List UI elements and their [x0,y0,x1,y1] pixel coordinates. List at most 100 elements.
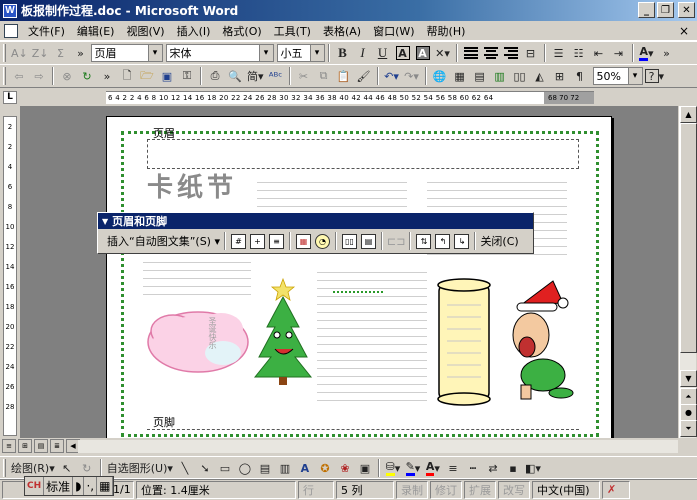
scroll-up-icon[interactable]: ▲ [680,106,697,123]
text-box-icon[interactable]: ▤ [255,458,275,478]
zoom-select[interactable]: 50% [592,67,643,85]
horizontal-scroll-track[interactable] [78,440,678,453]
print-preview-icon[interactable]: 🔍 [225,66,245,86]
insert-table-icon[interactable]: ▤ [470,66,490,86]
link-to-previous-button[interactable]: ⊏⊐ [387,232,405,250]
draw-menu-button[interactable]: 绘图(R) ▾ [9,458,57,478]
tab-selector[interactable]: L [3,91,17,104]
wordart-icon[interactable]: A [295,458,315,478]
diagram-icon[interactable]: ✪ [315,458,335,478]
status-record[interactable]: 录制 [396,480,428,499]
normal-view-icon[interactable]: ≡ [2,439,16,453]
help-button[interactable]: ? ▾ [643,66,667,86]
dash-style-icon[interactable]: ┅ [463,458,483,478]
oval-icon[interactable]: ◯ [235,458,255,478]
3d-style-icon[interactable]: ◧▾ [523,458,543,478]
print-icon[interactable]: ⎙ [205,66,225,86]
menu-edit[interactable]: 编辑(E) [71,23,121,39]
insert-page-count-button[interactable]: + [249,232,266,250]
switch-header-footer-button[interactable]: ⇅ [415,232,432,250]
arrow-icon[interactable]: ➘ [195,458,215,478]
char-shading-button[interactable]: A [413,43,433,63]
cut-icon[interactable]: ✂ [294,66,314,86]
toolbar-menu-icon[interactable]: ▼ [102,217,108,226]
forward-icon[interactable]: ⇨ [29,66,49,86]
font-color-draw-icon[interactable]: A ▾ [423,458,443,478]
minimize-button[interactable]: _ [638,2,655,18]
toolbar-options-chevron[interactable]: » [97,66,117,86]
previous-page-icon[interactable]: ⏶ [680,388,697,405]
menu-window[interactable]: 窗口(W) [367,23,420,39]
numbering-button[interactable]: ☰ [549,43,569,63]
refresh-icon[interactable]: ↻ [77,66,97,86]
page-setup-button[interactable]: ▯▯ [341,232,358,250]
format-painter-icon[interactable]: 🖌 [354,66,374,86]
ime-punctuation-icon[interactable]: ·, [84,477,98,495]
toolbar-grip[interactable] [3,44,6,62]
stop-icon[interactable]: ⊗ [57,66,77,86]
vertical-text-box-icon[interactable]: ▥ [275,458,295,478]
document-close-icon[interactable]: × [679,24,689,38]
web-layout-view-icon[interactable]: ⊞ [18,439,32,453]
hyperlink-icon[interactable]: 🌐 [430,66,450,86]
clipart-icon[interactable]: ❀ [335,458,355,478]
arrow-style-icon[interactable]: ⇄ [483,458,503,478]
copy-icon[interactable]: ⧉ [314,66,334,86]
char-border-button[interactable]: A [393,43,413,63]
document-page[interactable]: 页眉 卡纸节 圣诞快乐 页脚 [106,116,612,438]
open-folder-icon[interactable]: 🗁 [137,66,157,86]
style-select[interactable]: 页眉 [90,44,163,62]
simplified-traditional-button[interactable]: 简 ▾ [245,66,266,86]
font-size-select[interactable]: 小五 [276,44,325,62]
redo-icon[interactable]: ↷▾ [402,66,422,86]
spelling-icon[interactable]: ᴬᴮᶜ [266,66,286,86]
insert-time-button[interactable]: ◔ [314,232,331,250]
paste-icon[interactable]: 📋 [334,66,354,86]
rectangle-icon[interactable]: ▭ [215,458,235,478]
toolbar-grip[interactable] [3,459,6,477]
select-browse-object-icon[interactable]: ● [680,404,697,421]
scroll-down-icon[interactable]: ▼ [680,370,697,387]
undo-icon[interactable]: ↶▾ [382,66,402,86]
insert-date-button[interactable]: ▦ [295,232,312,250]
toolbar-options-chevron[interactable]: » [71,43,91,63]
close-button[interactable]: ✕ [678,2,695,18]
vertical-scroll-thumb[interactable] [680,123,697,353]
font-color-button[interactable]: A ▾ [637,43,657,63]
columns-icon[interactable]: ▯▯ [510,66,530,86]
ime-logo-icon[interactable]: CH [25,477,45,495]
document-map-icon[interactable]: ⊞ [550,66,570,86]
vertical-ruler[interactable]: 2 2 4 6 8 10 12 14 16 18 20 22 24 26 28 [3,116,17,436]
insert-autotext-button[interactable]: 插入“自动图文集”(S) ▾ [107,232,220,250]
show-next-button[interactable]: ↳ [453,232,470,250]
insert-page-number-button[interactable]: # [230,232,247,250]
line-color-icon[interactable]: ✎ ▾ [403,458,423,478]
show-previous-button[interactable]: ↰ [434,232,451,250]
bullets-button[interactable]: ☷ [569,43,589,63]
ime-mode[interactable]: 标准 [44,477,74,495]
fill-color-icon[interactable]: ⛁ ▾ [383,458,403,478]
insert-excel-icon[interactable]: ▥ [490,66,510,86]
toolbar-options-chevron-right[interactable]: » [657,43,677,63]
status-track-changes[interactable]: 修订 [430,480,462,499]
font-select[interactable]: 宋体 [165,44,274,62]
document-area[interactable]: 页眉 卡纸节 圣诞快乐 页脚 [20,106,678,438]
shadow-style-icon[interactable]: ▪ [503,458,523,478]
next-page-icon[interactable]: ⏷ [680,420,697,437]
ime-fullwidth-icon[interactable]: ◗ [73,477,85,495]
char-scale-button[interactable]: ✕▾ [433,43,453,63]
drawing-icon[interactable]: ◭ [530,66,550,86]
ime-keyboard-icon[interactable]: ▦ [97,477,114,495]
line-style-icon[interactable]: ≡ [443,458,463,478]
outline-view-icon[interactable]: ≣ [50,439,64,453]
menu-insert[interactable]: 插入(I) [171,23,217,39]
line-icon[interactable]: ╲ [175,458,195,478]
menu-file[interactable]: 文件(F) [22,23,71,39]
autoshapes-button[interactable]: 自选图形(U) ▾ [105,458,175,478]
permission-icon[interactable]: ⚿ [177,66,197,86]
menu-table[interactable]: 表格(A) [317,23,367,39]
status-extend[interactable]: 扩展 [464,480,496,499]
restore-button[interactable]: ❐ [657,2,674,18]
free-rotate-icon[interactable]: ↻ [77,458,97,478]
distributed-button[interactable]: ⊟ [521,43,541,63]
